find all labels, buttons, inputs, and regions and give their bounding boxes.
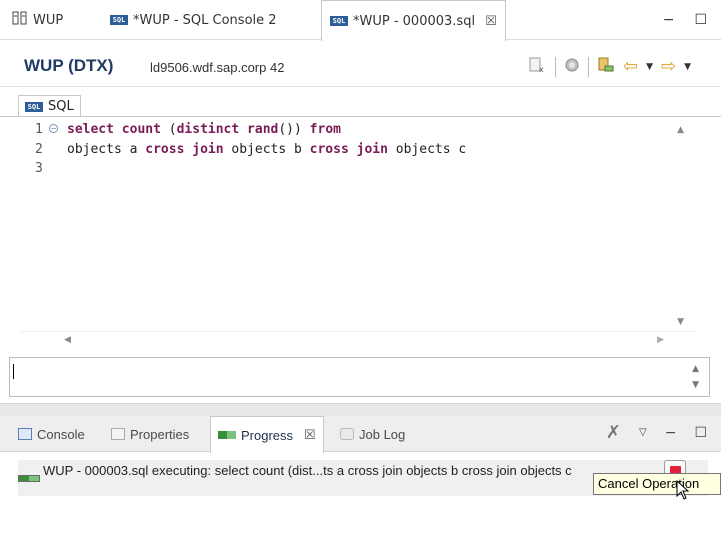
toolbar-separator xyxy=(587,57,589,77)
scroll-left-icon[interactable]: ◀ xyxy=(64,335,71,345)
view-toolbar: ✗ ▽ − ☐ xyxy=(606,422,707,443)
tab-label: Job Log xyxy=(359,426,406,442)
change-connection-icon[interactable]: x xyxy=(529,57,547,77)
sql-keyword: rand xyxy=(247,122,279,137)
sql-icon: SQL xyxy=(110,15,128,25)
chevron-down-icon[interactable]: ▼ xyxy=(646,62,653,72)
view-tab-bar: Console Properties Progress ☒ Job Log ✗ … xyxy=(0,416,721,453)
horizontal-scrollbar[interactable]: ◀ ▶ xyxy=(19,331,694,347)
panel-separator xyxy=(0,403,721,416)
wup-db-icon xyxy=(12,10,28,30)
sql-icon: SQL xyxy=(25,101,43,112)
maximize-icon[interactable]: ☐ xyxy=(694,12,707,28)
window-buttons: − ☐ xyxy=(663,12,707,28)
tab-console[interactable]: Console xyxy=(18,416,85,452)
tab-sql-editor[interactable]: SQL SQL xyxy=(18,95,81,117)
tab-job-log[interactable]: Job Log xyxy=(340,416,405,452)
tab-label: *WUP - SQL Console 2 xyxy=(133,12,277,28)
tab-properties[interactable]: Properties xyxy=(111,416,189,452)
back-arrow-icon[interactable]: ⇦ xyxy=(623,58,638,76)
remove-all-finished-icon[interactable]: ✗ xyxy=(606,422,621,443)
progress-icon xyxy=(218,431,236,439)
line-number: 3 xyxy=(35,161,43,176)
maximize-icon[interactable]: ☐ xyxy=(694,425,707,441)
sql-file-icon[interactable] xyxy=(597,57,615,77)
mouse-cursor-icon xyxy=(676,479,690,505)
sql-keyword: distinct xyxy=(176,122,240,137)
code-line: objects a cross join objects b cross joi… xyxy=(67,142,466,157)
progress-status-text: WUP - 000003.sql executing: select count… xyxy=(43,463,572,478)
scroll-up-icon[interactable]: ▲ xyxy=(692,364,699,374)
text-caret xyxy=(13,364,14,379)
sql-text: objects b xyxy=(223,142,310,157)
scroll-right-icon[interactable]: ▶ xyxy=(657,335,664,345)
minimize-icon[interactable]: − xyxy=(665,425,677,441)
editor-tab-bar: WUP SQL *WUP - SQL Console 2 SQL *WUP - … xyxy=(0,0,721,41)
connection-toolbar: x ⇦ ▼ ⇨ ▼ xyxy=(529,57,691,77)
sql-keyword: count xyxy=(121,122,161,137)
tab-sql-console-2[interactable]: SQL *WUP - SQL Console 2 xyxy=(110,0,277,40)
tab-label: Progress xyxy=(241,427,294,443)
sql-keyword: cross xyxy=(145,142,185,157)
toolbar-separator xyxy=(554,57,556,77)
minimize-icon[interactable]: − xyxy=(663,12,675,28)
result-input-box[interactable]: ▲ ▼ xyxy=(9,357,710,397)
sql-keyword: join xyxy=(356,142,388,157)
code-line: select count (distinct rand()) from xyxy=(67,122,341,137)
sql-keyword: select xyxy=(67,122,114,137)
scroll-up-icon[interactable]: ▲ xyxy=(677,125,684,135)
tab-label: Properties xyxy=(130,426,190,442)
sql-text: objects c xyxy=(387,142,467,157)
line-number: 2 xyxy=(35,142,43,157)
tab-wup[interactable]: WUP xyxy=(12,0,63,40)
svg-text:x: x xyxy=(539,65,544,73)
sql-text: ( xyxy=(160,122,177,137)
connection-title: WUP (DTX) xyxy=(24,56,114,75)
console-icon xyxy=(18,428,32,440)
forward-arrow-icon[interactable]: ⇨ xyxy=(661,58,676,76)
sql-keyword: join xyxy=(192,142,224,157)
line-number: 1 xyxy=(35,122,43,137)
tab-progress[interactable]: Progress ☒ xyxy=(210,416,324,453)
line-number-gutter: 1 − 2 3 xyxy=(19,117,64,347)
view-menu-icon[interactable]: ▽ xyxy=(639,427,647,438)
progress-view: WUP - 000003.sql executing: select count… xyxy=(0,453,721,543)
chevron-down-icon[interactable]: ▼ xyxy=(684,62,691,72)
sql-text: ()) xyxy=(278,122,310,137)
connection-header: WUP (DTX) ld9506.wdf.sap.corp 42 x ⇦ ▼ ⇨… xyxy=(0,41,721,87)
job-log-icon xyxy=(340,428,354,440)
tooltip: Cancel Operation xyxy=(593,473,721,495)
subtab-label: SQL xyxy=(48,99,74,114)
properties-icon xyxy=(111,428,125,440)
sql-keyword: cross xyxy=(309,142,349,157)
sql-editor[interactable]: 1 − 2 3 select count (distinct rand()) f… xyxy=(19,117,694,347)
sql-icon: SQL xyxy=(330,16,348,26)
close-tab-icon[interactable]: ☒ xyxy=(485,14,497,29)
close-tab-icon[interactable]: ☒ xyxy=(304,427,316,443)
tab-label: WUP xyxy=(33,12,64,28)
tab-label: Console xyxy=(37,426,85,442)
tab-label: *WUP - 000003.sql xyxy=(353,13,476,29)
progress-job-icon xyxy=(18,475,40,482)
fold-collapse-icon[interactable]: − xyxy=(49,124,58,133)
scroll-down-icon[interactable]: ▼ xyxy=(677,317,684,327)
tab-000003-sql[interactable]: SQL *WUP - 000003.sql ☒ xyxy=(321,0,506,41)
stop-icon[interactable] xyxy=(564,57,580,77)
sql-keyword: from xyxy=(309,122,341,137)
connection-host: ld9506.wdf.sap.corp 42 xyxy=(150,60,285,75)
sql-text: objects a xyxy=(67,142,146,157)
scroll-down-icon[interactable]: ▼ xyxy=(692,380,699,390)
